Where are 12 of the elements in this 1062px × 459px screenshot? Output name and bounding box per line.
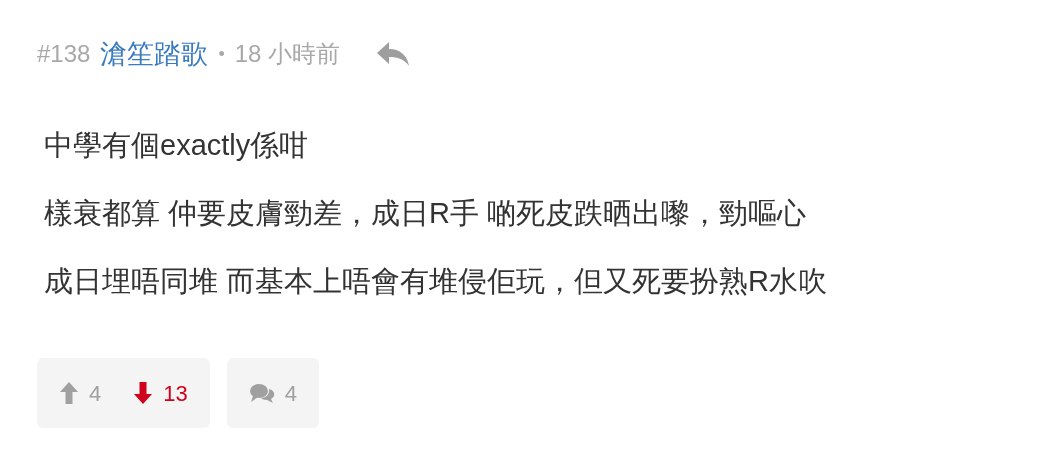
comment-line: 樣衰都算 仲要皮膚勁差，成日R手 啲死皮跌晒出嚟，勁嘔心: [44, 196, 808, 231]
upvote-button[interactable]: 4: [59, 376, 102, 410]
reply-icon[interactable]: [376, 41, 411, 67]
separator-dot: •: [218, 42, 225, 66]
author-link[interactable]: 滄笙踏歌: [100, 33, 209, 75]
comment-line: 成日埋唔同堆 而基本上唔會有堆侵佢玩，但又死要扮熟R水吹: [44, 264, 828, 299]
downvote-button[interactable]: 13: [133, 376, 188, 410]
comment-line: 中學有個exactly係咁: [44, 128, 310, 163]
post-time: 18 小時前: [234, 39, 341, 69]
speech-bubbles-icon: [248, 382, 275, 404]
post-number: #138: [37, 39, 91, 69]
replies-button[interactable]: 4: [226, 358, 319, 428]
